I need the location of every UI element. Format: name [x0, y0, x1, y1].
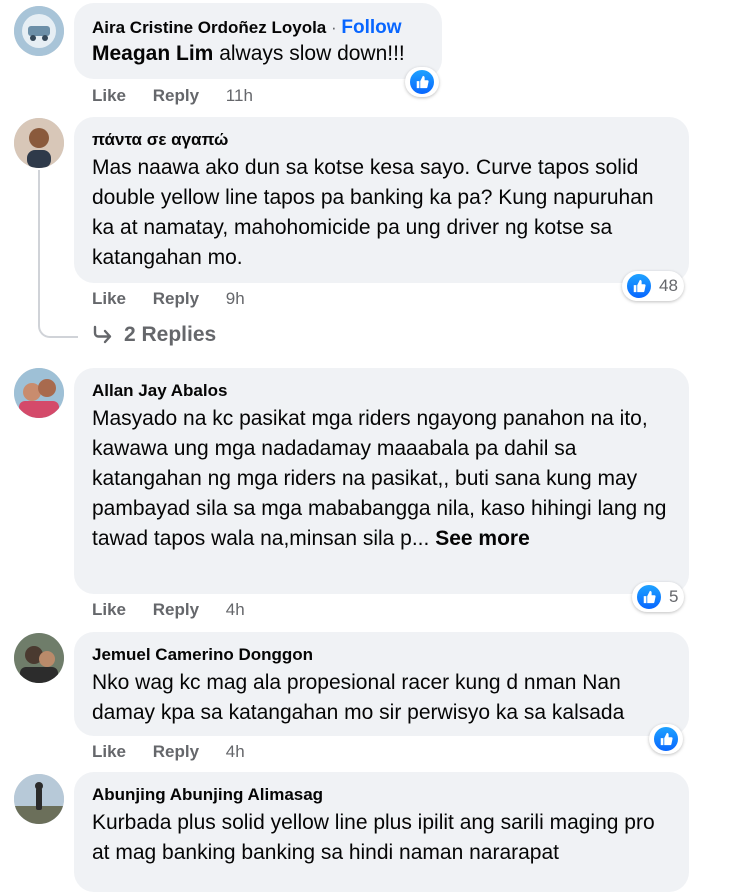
reaction-badge[interactable]: 5	[632, 582, 685, 612]
like-button[interactable]: Like	[92, 742, 126, 761]
reply-button[interactable]: Reply	[153, 600, 199, 619]
separator: ·	[331, 18, 337, 37]
comment-actions: Like Reply 9h	[92, 289, 267, 309]
comment-bubble: πάντα σε αγαπώ Mas naawa ako dun sa kots…	[74, 117, 689, 283]
avatar[interactable]	[14, 6, 64, 56]
avatar[interactable]	[14, 368, 64, 418]
author-name[interactable]: Jemuel Camerino Donggon	[92, 644, 671, 666]
comment-actions: Like Reply 4h	[92, 600, 267, 620]
like-button[interactable]: Like	[92, 600, 126, 619]
comment-actions: Like Reply 4h	[92, 742, 267, 762]
timestamp[interactable]: 4h	[226, 742, 245, 761]
timestamp[interactable]: 11h	[226, 86, 253, 105]
like-reaction-icon	[408, 68, 436, 96]
reaction-badge[interactable]: 48	[622, 271, 684, 301]
author-name[interactable]: Abunjing Abunjing Alimasag	[92, 784, 671, 806]
reply-button[interactable]: Reply	[153, 742, 199, 761]
author-name[interactable]: Aira Cristine Ordoñez Loyola	[92, 18, 326, 37]
reply-arrow-icon	[93, 325, 112, 344]
comment-text: Meagan Lim always slow down!!!	[92, 39, 424, 69]
follow-button[interactable]: Follow	[341, 17, 401, 38]
comment-bubble: Allan Jay Abalos Masyado na kc pasikat m…	[74, 368, 689, 594]
like-reaction-icon	[635, 583, 663, 611]
view-replies-button[interactable]: 2 Replies	[92, 323, 216, 347]
reply-button[interactable]: Reply	[153, 86, 199, 105]
reply-button[interactable]: Reply	[153, 289, 199, 308]
like-reaction-icon	[652, 725, 680, 753]
comment-bubble: Aira Cristine Ordoñez Loyola · Follow Me…	[74, 3, 442, 79]
comment-header: Aira Cristine Ordoñez Loyola · Follow	[92, 17, 424, 39]
avatar[interactable]	[14, 633, 64, 683]
mention-link[interactable]: Meagan Lim	[92, 42, 213, 65]
reaction-badge[interactable]	[405, 67, 439, 97]
reaction-count: 48	[659, 276, 678, 295]
timestamp[interactable]: 9h	[226, 289, 245, 308]
like-reaction-icon	[625, 272, 653, 300]
author-name[interactable]: πάντα σε αγαπώ	[92, 129, 671, 151]
replies-label: 2 Replies	[124, 323, 217, 346]
timestamp[interactable]: 4h	[226, 600, 245, 619]
like-button[interactable]: Like	[92, 289, 126, 308]
comment-text: Masyado na kc pasikat mga riders ngayong…	[92, 404, 671, 554]
reaction-badge[interactable]	[649, 724, 683, 754]
comment-body: always slow down!!!	[213, 42, 405, 65]
comment-body: Mas naawa ako dun sa kotse kesa sayo. Cu…	[92, 156, 654, 269]
avatar[interactable]	[14, 118, 64, 168]
comment-body: Kurbada plus solid yellow line plus ipil…	[92, 811, 655, 864]
see-more-link[interactable]: See more	[429, 527, 530, 550]
comment-actions: Like Reply 11h	[92, 86, 275, 106]
reaction-count: 5	[669, 587, 679, 606]
like-button[interactable]: Like	[92, 86, 126, 105]
comment-bubble: Jemuel Camerino Donggon Nko wag kc mag a…	[74, 632, 689, 736]
comment-body: Nko wag kc mag ala propesional racer kun…	[92, 671, 625, 724]
thread-line	[38, 170, 78, 338]
avatar[interactable]	[14, 774, 64, 824]
author-name[interactable]: Allan Jay Abalos	[92, 380, 671, 402]
comment-bubble: Abunjing Abunjing Alimasag Kurbada plus …	[74, 772, 689, 892]
comment-body: Masyado na kc pasikat mga riders ngayong…	[92, 407, 667, 550]
